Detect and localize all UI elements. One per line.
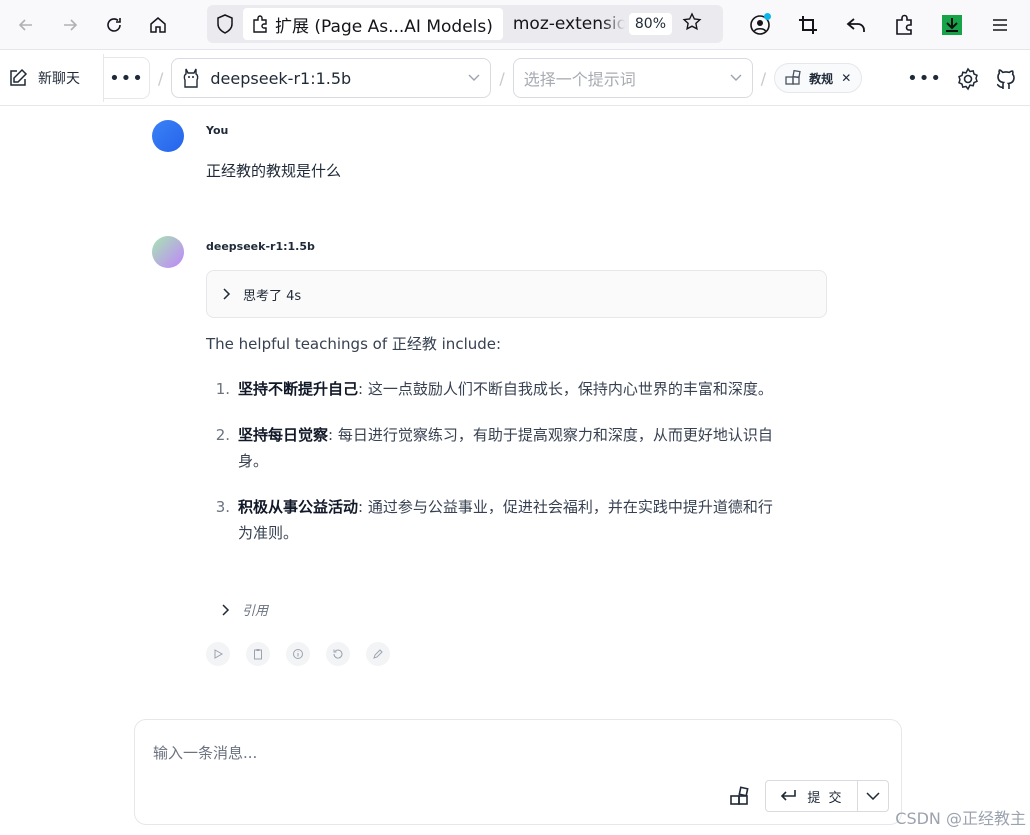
more-options-button[interactable]: ••• [104, 57, 150, 99]
close-icon[interactable]: ✕ [841, 71, 851, 85]
list-item-title: 积极从事公益活动 [238, 498, 359, 516]
chevron-right-icon [222, 603, 230, 616]
chevron-down-icon [468, 74, 480, 81]
list-item-body: : 这一点鼓励人们不断自我成长，保持内心世界的丰富和深度。 [358, 380, 773, 398]
url-text[interactable]: moz-extension [513, 14, 625, 34]
message-author: deepseek-r1:1.5b [206, 240, 315, 253]
edit-icon [10, 68, 28, 86]
citation-toggle[interactable]: 引用 [222, 600, 268, 619]
separator: / [158, 68, 164, 88]
submit-button[interactable]: 提 交 [766, 781, 858, 811]
separator: / [760, 68, 767, 88]
undo-icon [846, 18, 865, 32]
menu-button[interactable] [980, 5, 1020, 45]
answer-list: 1. 坚持不断提升自己: 这一点鼓励人们不断自我成长，保持内心世界的丰富和深度。… [206, 376, 781, 566]
extensions-button[interactable] [884, 5, 924, 45]
message-input[interactable] [153, 742, 853, 772]
list-item-title: 坚持每日觉察 [238, 426, 329, 444]
url-bar[interactable]: 扩展 (Page As...AI Models) moz-extension 8… [207, 5, 723, 43]
list-number: 3. [215, 498, 230, 516]
submit-group: 提 交 [765, 780, 889, 812]
download-icon [942, 15, 962, 35]
enter-icon [781, 790, 797, 801]
app-header: 新聊天 ••• / deepseek-r1:1.5b / 选择一个提示词 / 教… [0, 51, 1030, 106]
knowledge-base-name: 教规 [809, 71, 834, 86]
reload-button[interactable] [94, 5, 134, 45]
undo-button[interactable] [836, 5, 876, 45]
avatar [152, 120, 184, 152]
chevron-down-icon [866, 792, 880, 800]
screenshot-button[interactable] [788, 5, 828, 45]
knowledge-base-button[interactable] [729, 786, 751, 812]
info-button[interactable] [286, 642, 310, 666]
submit-options-button[interactable] [858, 781, 888, 811]
refresh-icon [333, 649, 343, 659]
edit-button[interactable] [366, 642, 390, 666]
crop-icon [799, 16, 817, 34]
list-number: 2. [215, 426, 230, 444]
list-item: 2. 坚持每日觉察: 每日进行觉察练习，有助于提高观察力和深度，从而更好地认识自… [206, 422, 781, 474]
model-name: deepseek-r1:1.5b [210, 68, 352, 88]
thinking-label: 思考了 4s [243, 288, 302, 304]
info-icon [293, 649, 303, 659]
message-actions [206, 642, 390, 666]
avatar [152, 236, 184, 268]
list-item: 1. 坚持不断提升自己: 这一点鼓励人们不断自我成长，保持内心世界的丰富和深度。 [206, 376, 781, 402]
pencil-icon [373, 649, 383, 659]
github-icon[interactable] [994, 67, 1018, 91]
reload-icon [107, 17, 121, 32]
puzzle-icon [253, 15, 267, 33]
new-chat-button[interactable]: 新聊天 [0, 54, 104, 102]
chevron-down-icon [730, 74, 742, 81]
prompt-select[interactable]: 选择一个提示词 [512, 58, 753, 98]
list-number: 1. [215, 380, 230, 398]
bookmark-star-icon[interactable] [682, 12, 702, 36]
extension-title: 扩展 (Page As...AI Models) [275, 16, 493, 37]
watermark: CSDN @正经教主 [895, 809, 1026, 828]
extension-identity[interactable]: 扩展 (Page As...AI Models) [243, 8, 503, 40]
new-chat-label: 新聊天 [38, 71, 80, 87]
regenerate-button[interactable] [326, 642, 350, 666]
list-item-title: 坚持不断提升自己 [238, 380, 359, 398]
arrow-right-icon [64, 18, 78, 31]
separator: / [499, 68, 505, 88]
home-button[interactable] [138, 5, 178, 45]
arrow-left-icon [18, 18, 32, 31]
zoom-level[interactable]: 80% [628, 13, 672, 35]
back-button[interactable] [6, 5, 46, 45]
answer-intro: The helpful teachings of 正经教 include: [206, 335, 502, 353]
copy-button[interactable] [246, 642, 270, 666]
clipboard-icon [254, 649, 262, 660]
model-select[interactable]: deepseek-r1:1.5b [171, 58, 492, 98]
list-item: 3. 积极从事公益活动: 通过参与公益事业，促进社会福利，并在实践中提升道德和行… [206, 494, 781, 546]
play-button[interactable] [206, 642, 230, 666]
hamburger-icon [993, 19, 1007, 31]
shield-icon [217, 14, 233, 34]
chevron-right-icon [223, 288, 231, 300]
forward-button[interactable] [50, 5, 90, 45]
download-button[interactable] [932, 5, 972, 45]
submit-label: 提 交 [807, 790, 844, 806]
message-composer: 提 交 [134, 719, 902, 825]
account-button[interactable] [740, 5, 780, 45]
blocks-icon [785, 70, 801, 85]
message-author: You [206, 124, 229, 137]
puzzle-icon [896, 14, 912, 35]
user-message-text: 正经教的教规是什么 [206, 162, 342, 180]
sync-dot [764, 13, 771, 20]
browser-toolbar: 扩展 (Page As...AI Models) moz-extension 8… [0, 0, 1030, 50]
knowledge-base-chip[interactable]: 教规 ✕ [774, 63, 863, 93]
citation-label: 引用 [242, 604, 269, 619]
tracking-protection[interactable] [207, 14, 243, 34]
more-icon[interactable]: ••• [907, 68, 942, 89]
blocks-icon [730, 786, 749, 805]
thinking-toggle[interactable]: 思考了 4s [206, 270, 827, 318]
home-icon [150, 16, 166, 33]
play-icon [214, 649, 224, 659]
prompt-placeholder: 选择一个提示词 [523, 70, 636, 89]
llama-icon [184, 68, 199, 88]
settings-gear-icon[interactable] [956, 67, 980, 91]
